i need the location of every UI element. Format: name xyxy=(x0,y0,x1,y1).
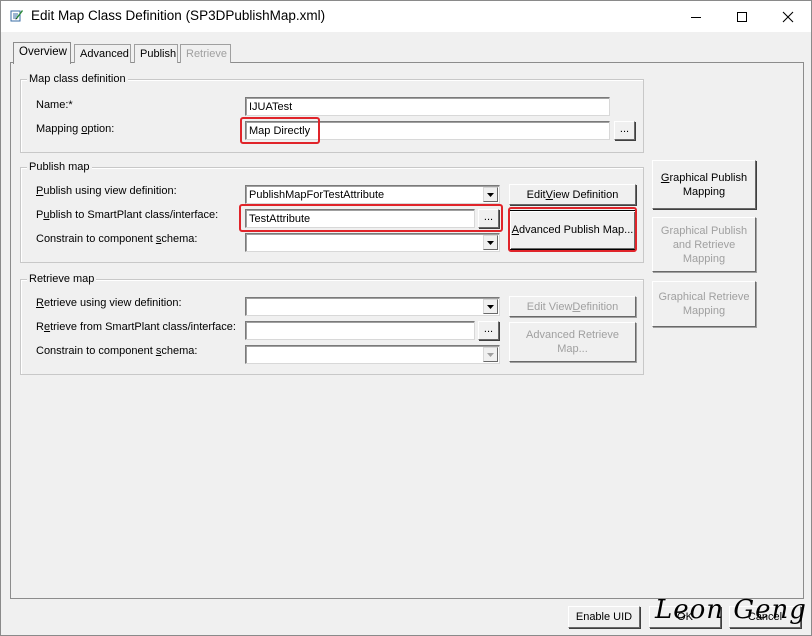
dropdown-arrow-icon[interactable] xyxy=(483,235,498,250)
tab-panel-overview: Map class definition Name:* IJUATest Map… xyxy=(10,62,804,599)
group-title: Retrieve map xyxy=(27,273,97,285)
close-icon xyxy=(782,11,794,22)
retrieve-view-label: Retrieve using view definition: xyxy=(36,297,182,309)
title-bar[interactable]: Edit Map Class Definition (SP3DPublishMa… xyxy=(1,1,811,32)
group-title: Map class definition xyxy=(27,73,128,85)
tab-overview[interactable]: Overview xyxy=(13,42,71,64)
group-title: Publish map xyxy=(27,161,92,173)
publish-view-label: Publish using view definition: xyxy=(36,185,177,197)
retrieve-schema-select[interactable] xyxy=(245,345,500,364)
edit-view-definition-button[interactable]: Edit View Definition xyxy=(509,184,636,205)
group-publish-map: Publish map Publish using view definitio… xyxy=(20,161,644,263)
edit-document-icon xyxy=(10,10,23,22)
name-field[interactable]: IJUATest xyxy=(245,97,610,116)
group-map-class-definition: Map class definition Name:* IJUATest Map… xyxy=(20,73,644,153)
window-title: Edit Map Class Definition (SP3DPublishMa… xyxy=(31,8,326,23)
publish-schema-select[interactable] xyxy=(245,233,500,252)
retrieve-class-browse-button[interactable]: ... xyxy=(478,321,499,340)
maximize-button[interactable] xyxy=(719,1,765,32)
minimize-icon xyxy=(691,16,701,18)
advanced-publish-map-button[interactable]: Advanced Publish Map... xyxy=(509,210,636,250)
publish-view-select[interactable]: PublishMapForTestAttribute xyxy=(245,185,500,204)
publish-class-field[interactable]: TestAttribute xyxy=(245,209,475,228)
close-button[interactable] xyxy=(765,1,811,32)
tab-advanced[interactable]: Advanced xyxy=(74,44,131,63)
graphical-publish-mapping-button[interactable]: Graphical Publish Mapping xyxy=(652,160,756,209)
name-label: Name:* xyxy=(36,99,73,111)
mapping-option-field[interactable]: Map Directly xyxy=(245,121,610,140)
advanced-retrieve-map-button[interactable]: Advanced Retrieve Map... xyxy=(509,322,636,362)
retrieve-edit-view-definition-button[interactable]: Edit View Definition xyxy=(509,296,636,317)
graphical-publish-retrieve-mapping-button[interactable]: Graphical Publish and Retrieve Mapping xyxy=(652,217,756,272)
watermark-signature: Leon Geng xyxy=(655,595,807,625)
dropdown-arrow-icon[interactable] xyxy=(483,299,498,314)
dialog-window: Edit Map Class Definition (SP3DPublishMa… xyxy=(0,0,812,636)
dropdown-arrow-icon[interactable] xyxy=(483,347,498,362)
minimize-button[interactable] xyxy=(673,1,719,32)
tab-retrieve[interactable]: Retrieve xyxy=(180,44,231,63)
maximize-icon xyxy=(737,11,747,22)
retrieve-schema-label: Constrain to component schema: xyxy=(36,345,198,357)
enable-uid-button[interactable]: Enable UID xyxy=(568,606,640,628)
retrieve-class-field[interactable] xyxy=(245,321,475,340)
publish-view-value: PublishMapForTestAttribute xyxy=(249,189,385,201)
graphical-retrieve-mapping-button[interactable]: Graphical Retrieve Mapping xyxy=(652,281,756,327)
publish-schema-label: Constrain to component schema: xyxy=(36,233,198,245)
mapping-option-label: Mapping option: xyxy=(36,123,115,135)
retrieve-class-label: Retrieve from SmartPlant class/interface… xyxy=(36,321,236,333)
group-retrieve-map: Retrieve map Retrieve using view definit… xyxy=(20,273,644,375)
mapping-browse-button[interactable]: ... xyxy=(614,121,635,140)
retrieve-view-select[interactable] xyxy=(245,297,500,316)
tab-publish[interactable]: Publish xyxy=(134,44,178,63)
publish-class-browse-button[interactable]: ... xyxy=(478,209,499,228)
publish-class-label: Publish to SmartPlant class/interface: xyxy=(36,209,219,221)
dropdown-arrow-icon[interactable] xyxy=(483,187,498,202)
